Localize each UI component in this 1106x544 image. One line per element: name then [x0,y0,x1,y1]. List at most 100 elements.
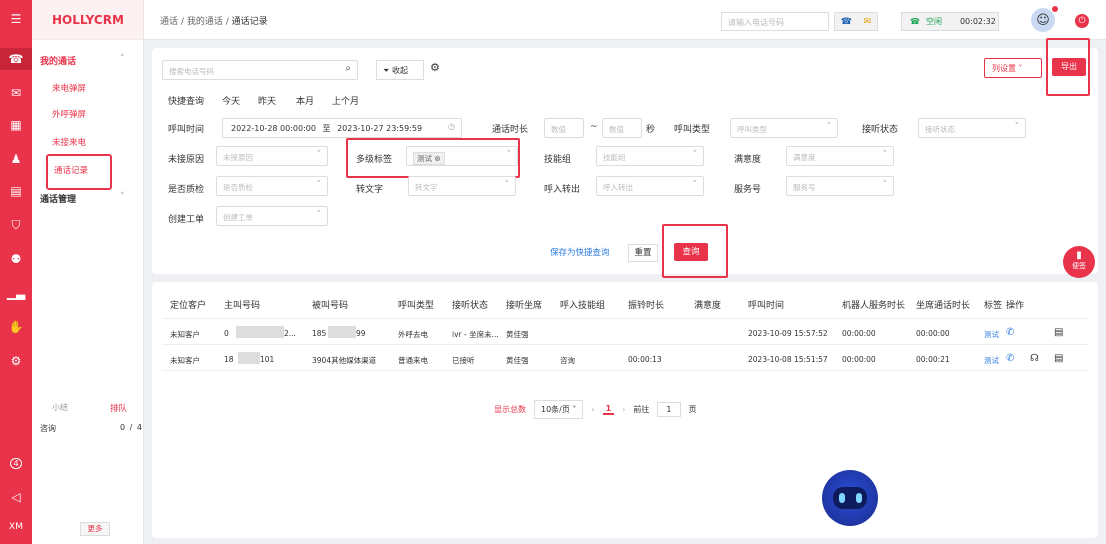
row1-caller-b: 2... [284,329,296,338]
col-tags: 标签 [984,301,1003,311]
page-unit: 页 [688,405,697,414]
date-range-picker[interactable]: 2022-10-28 00:00:00 至 2023-10-27 23:59:5… [222,118,462,138]
duration-max-input[interactable]: 数值 [602,118,642,138]
row1-detail-icon[interactable]: ▤ [1054,327,1063,338]
sticky-note-button[interactable]: ▮ 便签 [1063,246,1095,278]
goto-input[interactable]: 1 [657,402,681,417]
query-button[interactable]: 查询 [674,243,708,261]
reset-button[interactable]: 重置 [628,244,658,262]
tag-chip[interactable]: 测试 ⊗ [413,152,445,165]
grid-icon[interactable]: ▦ [0,114,32,136]
menu-icon[interactable]: ☰ [0,8,32,30]
prev-page-icon[interactable]: ‹ [591,405,594,414]
bookmark-icon: ▮ [1076,250,1082,261]
export-button[interactable]: 导出 [1052,58,1086,76]
dial-icon[interactable]: ☎ [841,17,852,27]
row2-agent: 黄佳强 [506,356,529,365]
col-skill-group: 呼入技能组 [560,301,606,311]
shield-icon[interactable]: ⛉ [0,214,32,236]
handshake-icon[interactable]: ✋ [0,316,32,338]
row2-headset-icon[interactable]: ☊ [1030,353,1039,364]
qc-select[interactable]: 是否质检 ˅ [216,176,328,196]
chart-icon[interactable]: ▁▃ [0,282,32,304]
phone-number-input[interactable]: 请输入电话号码 [721,12,829,31]
robot-icon[interactable]: ⚉ [0,248,32,270]
row1-call-icon[interactable]: ✆ [1006,327,1014,338]
phone-icon[interactable]: ☎ [0,48,32,70]
row1-tag[interactable]: 测试 [984,329,999,340]
sidebar-item-incoming-popup[interactable]: 来电弹屏 [52,82,86,94]
sidebar-group-my-calls[interactable]: 我的通话 ˄ [40,54,125,67]
gear-icon[interactable]: ⚙ [0,350,32,372]
stt-select[interactable]: 转文字 ˅ [408,176,516,196]
breadcrumb-my-calls[interactable]: 我的通话 [187,17,223,27]
breadcrumb-calls[interactable]: 通话 [160,17,178,27]
row1-agent: 黄佳强 [506,330,529,339]
notification-count: 4 [10,457,22,469]
collapse-icon[interactable]: ◁ [0,486,32,508]
col-caller: 主叫号码 [224,301,261,311]
settings-icon[interactable]: ⚙ [430,61,440,74]
transfer-icon[interactable]: ✉ [864,17,872,27]
assistant-robot-icon[interactable] [822,470,878,526]
power-icon[interactable]: ⏻ [1075,14,1089,28]
miss-reason-select[interactable]: 未接原因 ˅ [216,146,328,166]
more-button[interactable]: 更多 [80,522,110,536]
queue-count: 0 / 4 [120,423,143,432]
clipboard-icon[interactable]: ▤ [0,180,32,202]
search-input[interactable]: 搜索电话号码 ⌕ [162,60,358,80]
agent-status[interactable]: ☎ 空闲 00:02:32 [901,12,999,31]
column-settings-button[interactable]: 列设置 ˅ [984,58,1042,78]
tags-select[interactable]: 测试 ⊗ ˅ [406,146,518,166]
row2-call-icon[interactable]: ✆ [1006,353,1014,364]
satisfaction-label: 满意度 [734,155,762,165]
sidebar-item-missed-calls[interactable]: 未接来电 [52,136,86,148]
save-quick-query-link[interactable]: 保存为快捷查询 [550,246,610,258]
page-size-select[interactable]: 10条/页 ˅ [534,400,584,419]
avatar[interactable]: ☺ [1031,8,1055,32]
row1-caller-a: 0 [224,329,229,338]
top-bar: 通话 / 我的通话 / 通话记录 请输入电话号码 ☎ ✉ ☎ 空闲 00:02:… [144,0,1106,40]
qc-label: 是否质检 [168,185,205,195]
notification-icon[interactable]: 4 [0,452,32,474]
quick-today[interactable]: 今天 [222,94,240,107]
duration-min-input[interactable]: 数值 [544,118,584,138]
fold-button[interactable]: ⏷ 收起 [376,60,424,80]
row1-answer-status: ivr - 坐席未... [452,330,499,339]
quick-last-month[interactable]: 上个月 [332,94,359,107]
row2-tag[interactable]: 测试 [984,355,999,366]
service-number-select[interactable]: 服务号 ˅ [786,176,894,196]
row2-customer[interactable]: 未知客户 [170,355,200,366]
call-records-table: 定位客户 主叫号码 被叫号码 呼叫类型 接听状态 接听坐席 呼入技能组 振铃时长… [152,282,1098,538]
clock-icon: ◷ [448,122,455,131]
filter-icon: ⏷ [383,66,390,75]
satisfaction-select[interactable]: 满意度 ˅ [786,146,894,166]
next-page-icon[interactable]: › [622,405,625,414]
sidebar-group-call-mgmt[interactable]: 通话管理 ˅ [40,192,125,205]
row2-detail-icon[interactable]: ▤ [1054,353,1063,364]
chat-icon[interactable]: ✉ [0,82,32,104]
search-icon[interactable]: ⌕ [345,63,351,74]
sidebar-item-call-records[interactable]: 通话记录 [46,154,112,190]
ticket-label: 创建工单 [168,215,205,225]
icon-rail: ☰ ☎ ✉ ▦ ♟ ▤ ⛉ ⚉ ▁▃ ✋ ⚙ 4 ◁ XM [0,0,32,544]
quick-this-month[interactable]: 本月 [296,94,314,107]
row1-caller-redacted [236,326,284,338]
queue-tab[interactable]: 排队 [110,402,127,414]
sidebar-item-outbound-popup[interactable]: 外呼弹屏 [52,108,86,120]
transfer-select[interactable]: 呼入转出 ˅ [596,176,704,196]
start-date: 2022-10-28 00:00:00 [231,124,316,133]
status-label: 空闲 [925,17,942,26]
row1-customer[interactable]: 未知客户 [170,329,200,340]
duration-unit: 秒 [646,125,656,135]
skill-group-select[interactable]: 技能组 ˅ [596,146,704,166]
quick-yesterday[interactable]: 昨天 [258,94,276,107]
ticket-select[interactable]: 创建工单 ˅ [216,206,328,226]
dial-tools: ☎ ✉ [834,12,878,31]
call-type-select[interactable]: 呼叫类型 ˅ [730,118,838,138]
queue-summary-tab[interactable]: 小结 [52,402,68,413]
answer-status-select[interactable]: 接听状态 ˅ [918,118,1026,138]
user-icon[interactable]: ♟ [0,148,32,170]
stt-label: 转文字 [356,185,384,195]
page-number[interactable]: 1 [602,404,615,415]
